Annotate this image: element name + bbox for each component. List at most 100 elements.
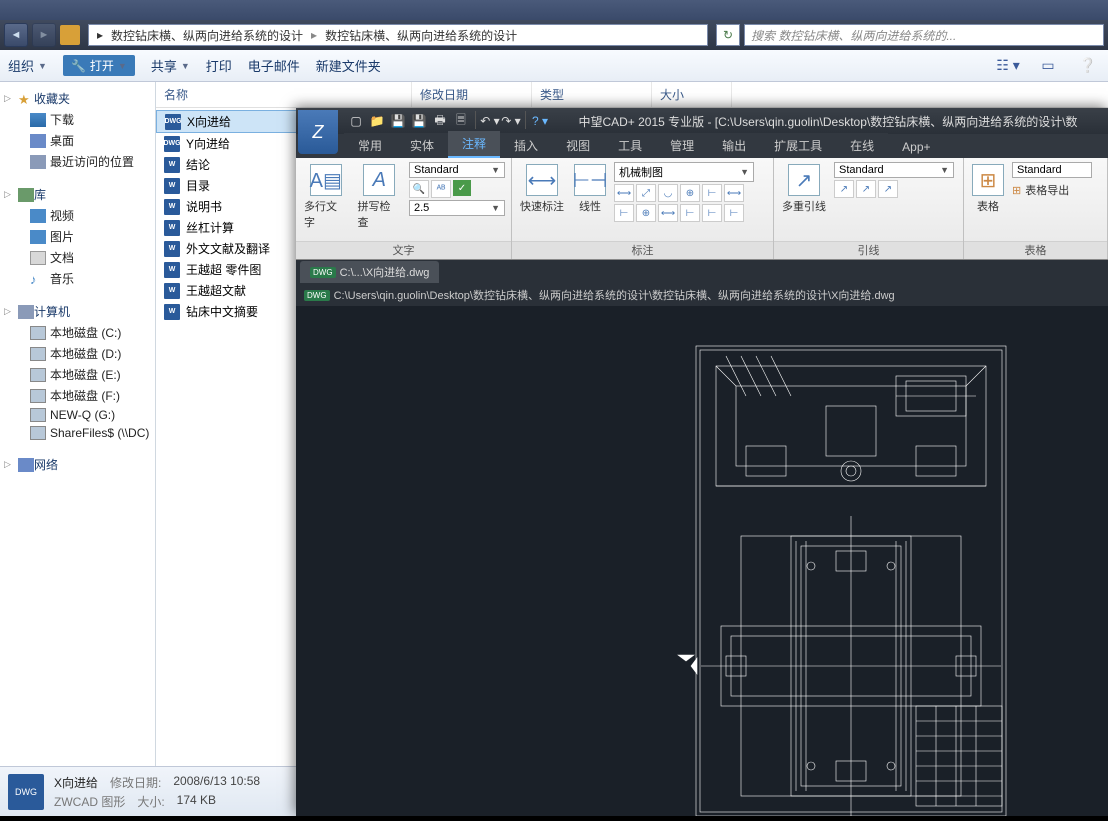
- sidebar-network[interactable]: 网络: [0, 454, 155, 475]
- panel-text-label: 文字: [296, 241, 511, 259]
- ribbon-tab[interactable]: 在线: [836, 133, 888, 158]
- preview-pane-button[interactable]: ▭: [1036, 56, 1060, 76]
- print-button[interactable]: 打印: [206, 56, 232, 75]
- view-options-button[interactable]: ☷ ▾: [996, 56, 1020, 76]
- help-icon[interactable]: ? ▾: [530, 111, 550, 131]
- status-date: 2008/6/13 10:58: [173, 774, 260, 791]
- file-icon: DWG: [164, 136, 180, 152]
- sidebar-item-desktop[interactable]: 桌面: [0, 130, 155, 151]
- file-icon: W: [164, 304, 180, 320]
- sidebar-item-music[interactable]: ♪音乐: [0, 268, 155, 289]
- sidebar-libraries[interactable]: 库: [0, 184, 155, 205]
- table-export-button[interactable]: ⊞表格导出: [1012, 182, 1101, 198]
- new-folder-button[interactable]: 新建文件夹: [316, 56, 381, 75]
- column-date[interactable]: 修改日期: [412, 82, 532, 107]
- dim-icon[interactable]: ⟷: [658, 204, 678, 222]
- ribbon-tab[interactable]: App+: [888, 136, 944, 158]
- cad-logo[interactable]: Z: [298, 110, 338, 154]
- sidebar-item-drive-f[interactable]: 本地磁盘 (F:): [0, 385, 155, 406]
- ribbon-tab[interactable]: 实体: [396, 133, 448, 158]
- text-style-combo[interactable]: Standard▼: [409, 162, 505, 178]
- dim-icon[interactable]: ◡: [658, 184, 678, 202]
- dim-icon[interactable]: ⊢: [702, 184, 722, 202]
- save-icon[interactable]: 💾: [388, 111, 408, 131]
- sidebar-item-drive-g[interactable]: NEW-Q (G:): [0, 406, 155, 424]
- table-button[interactable]: ⊞表格: [970, 162, 1006, 216]
- sidebar-favorites[interactable]: ★收藏夹: [0, 88, 155, 109]
- folder-icon: [60, 25, 80, 45]
- dim-icon[interactable]: ⊕: [636, 204, 656, 222]
- check-icon[interactable]: ✓: [453, 180, 471, 196]
- column-name[interactable]: 名称: [156, 82, 412, 107]
- leader-icon[interactable]: ↗: [878, 180, 898, 198]
- leader-style-combo[interactable]: Standard▼: [834, 162, 954, 178]
- linear-dim-button[interactable]: ⊢⊣线性: [572, 162, 608, 216]
- multiline-text-button[interactable]: A▤多行文字: [302, 162, 350, 232]
- preview-icon[interactable]: 🗏: [451, 111, 471, 131]
- leader-icon[interactable]: ↗: [856, 180, 876, 198]
- dim-style-combo[interactable]: 机械制图▼: [614, 162, 754, 182]
- ribbon-tab[interactable]: 输出: [708, 133, 760, 158]
- ribbon-tab[interactable]: 管理: [656, 133, 708, 158]
- sidebar-item-drive-e[interactable]: 本地磁盘 (E:): [0, 364, 155, 385]
- document-tab[interactable]: DWGC:\...\X向进给.dwg: [300, 261, 439, 283]
- undo-icon[interactable]: ↶ ▾: [480, 111, 500, 131]
- search-input[interactable]: 搜索 数控钻床横、纵两向进给系统的...: [744, 24, 1104, 46]
- breadcrumb[interactable]: ▸ 数控钻床横、纵两向进给系统的设计 ▸ 数控钻床横、纵两向进给系统的设计: [88, 24, 708, 46]
- breadcrumb-item[interactable]: 数控钻床横、纵两向进给系统的设计: [321, 27, 521, 44]
- dim-icon[interactable]: ⟷: [614, 184, 634, 202]
- spell-check-button[interactable]: A拼写检查: [356, 162, 404, 232]
- sidebar-item-network-share[interactable]: ShareFiles$ (\\DC): [0, 424, 155, 442]
- column-headers[interactable]: 名称 修改日期 类型 大小: [156, 82, 1108, 108]
- status-name: X向进给: [54, 774, 98, 791]
- sidebar-computer[interactable]: 计算机: [0, 301, 155, 322]
- quick-dim-button[interactable]: ⟷快速标注: [518, 162, 566, 216]
- saveas-icon[interactable]: 💾: [409, 111, 429, 131]
- sidebar-item-drive-d[interactable]: 本地磁盘 (D:): [0, 343, 155, 364]
- leader-icon[interactable]: ↗: [834, 180, 854, 198]
- ribbon-tab[interactable]: 工具: [604, 133, 656, 158]
- refresh-button[interactable]: ↻: [716, 24, 740, 46]
- sidebar-item-pictures[interactable]: 图片: [0, 226, 155, 247]
- explorer-titlebar[interactable]: [0, 0, 1108, 20]
- open-icon[interactable]: 📁: [367, 111, 387, 131]
- ribbon-tab[interactable]: 注释: [448, 131, 500, 158]
- sidebar-item-downloads[interactable]: 下载: [0, 109, 155, 130]
- redo-icon[interactable]: ↷ ▾: [501, 111, 521, 131]
- text-height-combo[interactable]: 2.5▼: [409, 200, 505, 216]
- ribbon-tab[interactable]: 常用: [344, 133, 396, 158]
- ribbon-tab[interactable]: 插入: [500, 133, 552, 158]
- ribbon-tab[interactable]: 扩展工具: [760, 133, 836, 158]
- new-icon[interactable]: ▢: [346, 111, 366, 131]
- table-style-combo[interactable]: Standard: [1012, 162, 1092, 178]
- forward-button[interactable]: ►: [32, 23, 56, 47]
- dim-icon[interactable]: ⟷: [724, 184, 744, 202]
- find-icon[interactable]: 🔍: [409, 180, 429, 198]
- sidebar-item-recent[interactable]: 最近访问的位置: [0, 151, 155, 172]
- organize-menu[interactable]: 组织▼: [8, 56, 47, 75]
- file-name: 王越超文献: [186, 282, 246, 299]
- dim-icon[interactable]: ⊕: [680, 184, 700, 202]
- email-button[interactable]: 电子邮件: [248, 56, 300, 75]
- panel-table-label: 表格: [964, 241, 1107, 259]
- sidebar-item-drive-c[interactable]: 本地磁盘 (C:): [0, 322, 155, 343]
- text-tool-icon[interactable]: ᴬᴮ: [431, 180, 451, 198]
- drawing-canvas[interactable]: [296, 306, 1108, 816]
- print-icon[interactable]: 🖶: [430, 111, 450, 131]
- back-button[interactable]: ◄: [4, 23, 28, 47]
- sidebar-item-documents[interactable]: 文档: [0, 247, 155, 268]
- dim-icon[interactable]: ⊢: [702, 204, 722, 222]
- share-menu[interactable]: 共享▼: [151, 56, 190, 75]
- ribbon-tab[interactable]: 视图: [552, 133, 604, 158]
- dim-icon[interactable]: ⤢: [636, 184, 656, 202]
- dim-icon[interactable]: ⊢: [724, 204, 744, 222]
- breadcrumb-item[interactable]: 数控钻床横、纵两向进给系统的设计: [107, 27, 307, 44]
- open-menu[interactable]: 🔧 打开 ▼: [63, 55, 135, 76]
- dim-icon[interactable]: ⊢: [680, 204, 700, 222]
- help-button[interactable]: ❔: [1076, 56, 1100, 76]
- dim-icon[interactable]: ⊢: [614, 204, 634, 222]
- sidebar-item-videos[interactable]: 视频: [0, 205, 155, 226]
- column-size[interactable]: 大小: [652, 82, 732, 107]
- multileader-button[interactable]: ↗多重引线: [780, 162, 828, 216]
- column-type[interactable]: 类型: [532, 82, 652, 107]
